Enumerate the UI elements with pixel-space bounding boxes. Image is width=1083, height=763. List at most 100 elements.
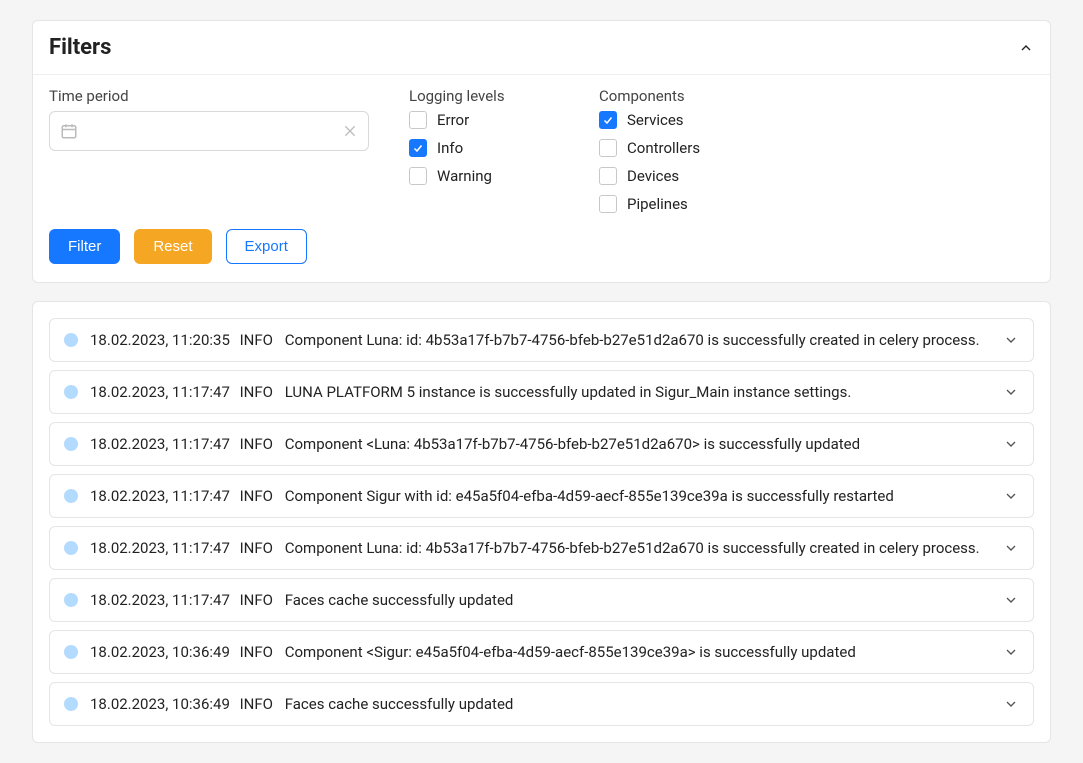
log-timestamp: 18.02.2023, 11:17:47 [90,539,230,557]
log-message: Component Luna: id: 4b53a17f-b7b7-4756-b… [281,539,980,557]
chevron-down-icon[interactable] [1003,384,1019,400]
log-message: Component <Sigur: e45a5f04-efba-4d59-aec… [281,643,856,661]
filter-button[interactable]: Filter [49,229,120,264]
log-level: INFO [236,591,273,609]
filters-header[interactable]: Filters [33,21,1050,75]
log-level: INFO [236,331,273,349]
log-level: INFO [236,435,273,453]
component-label: Pipelines [627,195,688,213]
logs-list: 18.02.2023, 11:20:35 INFO Component Luna… [49,318,1034,726]
checkbox-icon[interactable] [409,111,427,129]
calendar-icon [60,122,78,140]
filter-row: Time period Logging levels Error Info Warn… [49,87,1034,213]
log-text: 18.02.2023, 11:20:35 INFO Component Luna… [90,331,991,349]
checkbox-icon[interactable] [599,139,617,157]
log-level: INFO [236,383,273,401]
logging-levels-col: Logging levels Error Info Warning [409,87,559,213]
log-timestamp: 18.02.2023, 11:20:35 [90,331,230,349]
log-text: 18.02.2023, 11:17:47 INFO Component <Lun… [90,435,991,453]
time-period-label: Time period [49,87,369,105]
log-message: LUNA PLATFORM 5 instance is successfully… [281,383,851,401]
logs-panel: 18.02.2023, 11:20:35 INFO Component Luna… [32,301,1051,743]
info-dot-icon [64,645,78,659]
logging-level-label: Warning [437,167,492,185]
log-text: 18.02.2023, 11:17:47 INFO Component Sigu… [90,487,991,505]
log-text: 18.02.2023, 10:36:49 INFO Faces cache su… [90,695,991,713]
log-text: 18.02.2023, 10:36:49 INFO Component <Sig… [90,643,991,661]
component-label: Devices [627,167,679,185]
log-row[interactable]: 18.02.2023, 11:17:47 INFO Component Sigu… [49,474,1034,518]
log-timestamp: 18.02.2023, 11:17:47 [90,435,230,453]
component-label: Controllers [627,139,700,157]
export-button[interactable]: Export [226,229,307,264]
component-services[interactable]: Services [599,111,759,129]
info-dot-icon [64,489,78,503]
log-row[interactable]: 18.02.2023, 11:17:47 INFO Component <Lun… [49,422,1034,466]
components-label: Components [599,87,759,105]
log-level: INFO [236,487,273,505]
chevron-down-icon[interactable] [1003,592,1019,608]
chevron-down-icon[interactable] [1003,332,1019,348]
log-level: INFO [236,643,273,661]
chevron-down-icon[interactable] [1003,436,1019,452]
info-dot-icon [64,385,78,399]
log-message: Component Luna: id: 4b53a17f-b7b7-4756-b… [281,331,980,349]
logging-level-info[interactable]: Info [409,139,559,157]
components-group: Services Controllers Devices Pipelines [599,111,759,213]
log-message: Component Sigur with id: e45a5f04-efba-4… [281,487,894,505]
log-level: INFO [236,539,273,557]
log-row[interactable]: 18.02.2023, 11:20:35 INFO Component Luna… [49,318,1034,362]
log-message: Faces cache successfully updated [281,591,513,609]
log-text: 18.02.2023, 11:17:47 INFO Faces cache su… [90,591,991,609]
log-row[interactable]: 18.02.2023, 10:36:49 INFO Faces cache su… [49,682,1034,726]
checkbox-icon[interactable] [599,111,617,129]
log-row[interactable]: 18.02.2023, 11:17:47 INFO LUNA PLATFORM … [49,370,1034,414]
info-dot-icon [64,593,78,607]
log-timestamp: 18.02.2023, 11:17:47 [90,591,230,609]
log-level: INFO [236,695,273,713]
info-dot-icon [64,437,78,451]
log-timestamp: 18.02.2023, 10:36:49 [90,695,230,713]
log-timestamp: 18.02.2023, 11:17:47 [90,487,230,505]
time-period-input[interactable] [78,123,342,140]
chevron-down-icon[interactable] [1003,696,1019,712]
time-period-input-wrapper[interactable] [49,111,369,151]
log-text: 18.02.2023, 11:17:47 INFO Component Luna… [90,539,991,557]
log-row[interactable]: 18.02.2023, 10:36:49 INFO Component <Sig… [49,630,1034,674]
component-pipelines[interactable]: Pipelines [599,195,759,213]
filters-panel: Filters Time period Logging levels [32,20,1051,283]
time-period-col: Time period [49,87,369,213]
chevron-down-icon[interactable] [1003,488,1019,504]
logging-level-label: Error [437,111,469,129]
info-dot-icon [64,541,78,555]
info-dot-icon [64,333,78,347]
filters-title: Filters [49,35,111,60]
component-controllers[interactable]: Controllers [599,139,759,157]
log-message: Component <Luna: 4b53a17f-b7b7-4756-bfeb… [281,435,860,453]
checkbox-icon[interactable] [599,167,617,185]
component-label: Services [627,111,684,129]
checkbox-icon[interactable] [409,139,427,157]
component-devices[interactable]: Devices [599,167,759,185]
log-message: Faces cache successfully updated [281,695,513,713]
checkbox-icon[interactable] [599,195,617,213]
reset-button[interactable]: Reset [134,229,211,264]
components-col: Components Services Controllers Devices Pip… [599,87,759,213]
logging-level-error[interactable]: Error [409,111,559,129]
chevron-up-icon[interactable] [1018,40,1034,56]
logging-level-warning[interactable]: Warning [409,167,559,185]
chevron-down-icon[interactable] [1003,540,1019,556]
checkbox-icon[interactable] [409,167,427,185]
filters-body: Time period Logging levels Error Info Warn… [33,75,1050,282]
log-timestamp: 18.02.2023, 10:36:49 [90,643,230,661]
logging-level-label: Info [437,139,463,157]
logging-levels-label: Logging levels [409,87,559,105]
filter-buttons-row: Filter Reset Export [49,229,1034,264]
log-timestamp: 18.02.2023, 11:17:47 [90,383,230,401]
log-text: 18.02.2023, 11:17:47 INFO LUNA PLATFORM … [90,383,991,401]
log-row[interactable]: 18.02.2023, 11:17:47 INFO Component Luna… [49,526,1034,570]
chevron-down-icon[interactable] [1003,644,1019,660]
logging-levels-group: Error Info Warning [409,111,559,185]
log-row[interactable]: 18.02.2023, 11:17:47 INFO Faces cache su… [49,578,1034,622]
clear-icon[interactable] [342,123,358,139]
